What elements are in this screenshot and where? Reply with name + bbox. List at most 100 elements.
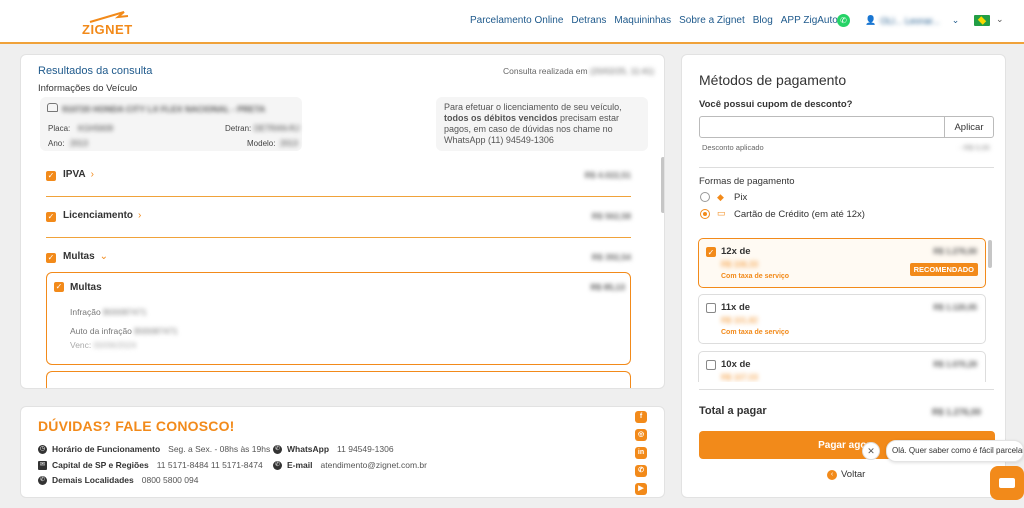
instagram-icon[interactable]: ◎ [635, 429, 647, 441]
auto-label: Auto da infração [70, 326, 132, 336]
whatsapp-label: WhatsApp [287, 444, 330, 454]
brazil-flag-icon[interactable] [974, 15, 990, 26]
coupon-input[interactable] [699, 116, 945, 138]
linkedin-icon[interactable]: in [635, 447, 647, 459]
nav-sobre[interactable]: Sobre a Zignet [679, 15, 745, 26]
multa-title: Multas [70, 282, 102, 293]
email-value[interactable]: atendimento@zignet.com.br [321, 460, 427, 470]
zignet-logo[interactable]: ZIGNET [82, 10, 134, 37]
venc-row: Venc: 00/06/2024 [70, 340, 136, 350]
checkbox-12x[interactable]: ✓ [706, 247, 716, 257]
infracao-label: Infração [70, 307, 101, 317]
results-card: Resultados da consulta Consulta realizad… [20, 54, 665, 389]
method-pix[interactable]: Pix [734, 192, 747, 203]
checkbox-licenciamento[interactable]: ✓ [46, 212, 56, 222]
pix-icon: ◆ [717, 192, 724, 202]
chevron-down-icon: ⌄ [99, 251, 109, 262]
phone-icon: ✆ [273, 460, 282, 470]
scrollbar[interactable] [988, 240, 992, 268]
total-value: R$ 1.276,00 [932, 407, 982, 417]
method-credit-card[interactable]: Cartão de Crédito (em até 12x) [734, 209, 865, 220]
whatsapp-icon: ✆ [38, 475, 47, 485]
capital-item: ✉ Capital de SP e Regiões 11 5171-8484 11… [38, 460, 263, 470]
section-amount: R$ 4.022,51 [584, 170, 631, 180]
close-icon[interactable]: ✕ [862, 442, 880, 460]
installment-label: 11x de [721, 302, 751, 313]
section-amount: R$ 392,54 [591, 252, 631, 262]
payment-card: Métodos de pagamento Você possui cupom d… [681, 54, 1006, 498]
chevron-down-icon[interactable]: ⌄ [996, 14, 1004, 25]
phone-icon: ✆ [273, 444, 282, 454]
multa-item-next[interactable] [46, 371, 631, 388]
multa-item[interactable]: ✓ Multas R$ 85,13 Infração B00087471 Aut… [46, 272, 631, 365]
modelo-label: Modelo: [247, 139, 276, 148]
user-icon: 👤 [865, 15, 877, 25]
nav-parcelamento[interactable]: Parcelamento Online [470, 15, 563, 26]
installment-value: R$ 101,82 [721, 316, 758, 325]
main-nav: Parcelamento Online Detrans Maquininhas … [470, 15, 846, 26]
discount-value: - R$ 0,00 [959, 143, 990, 152]
nav-blog[interactable]: Blog [753, 15, 773, 26]
coupon-question: Você possui cupom de desconto? [699, 99, 853, 110]
radio-pix[interactable] [700, 192, 710, 202]
auto-value: B00087471 [134, 326, 178, 336]
installment-option-11x[interactable]: 11x de R$ 1.120,05 R$ 101,82 Com taxa de… [698, 294, 986, 344]
section-ipva[interactable]: ✓ IPVA › R$ 4.022,51 [46, 157, 631, 197]
checkbox-10x[interactable] [706, 360, 716, 370]
divider [699, 167, 994, 168]
whatsapp-icon[interactable]: ✆ [635, 465, 647, 477]
scrollbar[interactable] [661, 157, 664, 213]
payment-title: Métodos de pagamento [699, 72, 847, 88]
modelo-value: 2013 [280, 139, 298, 148]
installment-value: R$ 106,33 [721, 260, 758, 269]
recommended-badge: RECOMENDADO [909, 263, 978, 276]
radio-credit-card[interactable] [700, 209, 710, 219]
installment-option-12x[interactable]: ✓ 12x de R$ 1.276,00 R$ 106,33 Com taxa … [698, 238, 986, 288]
checkbox-11x[interactable] [706, 303, 716, 313]
venc-label: Venc: [70, 340, 92, 350]
consulta-date: Consulta realizada em (20/02/25, 11:41) [503, 66, 654, 76]
consulta-date-value: (20/02/25, 11:41) [589, 66, 655, 76]
capital-label: Capital de SP e Regiões [52, 460, 149, 470]
facebook-icon[interactable]: f [635, 411, 647, 423]
checkbox-ipva[interactable]: ✓ [46, 171, 56, 181]
nav-detrans[interactable]: Detrans [571, 15, 606, 26]
whatsapp-icon[interactable]: ✆ [837, 14, 850, 27]
chevron-down-icon: ⌄ [951, 15, 960, 25]
demais-label: Demais Localidades [52, 475, 134, 485]
whatsapp-value[interactable]: 11 94549-1306 [337, 444, 394, 454]
email-label: E-mail [287, 460, 313, 470]
chevron-right-icon: › [138, 210, 142, 221]
clock-icon: ◷ [38, 444, 47, 454]
chat-bubble[interactable]: Olá. Quer saber como é fácil parcelar? [886, 440, 1024, 462]
nav-app-zigauto[interactable]: APP ZigAuto [781, 15, 838, 26]
top-header: ZIGNET Parcelamento Online Detrans Maqui… [0, 0, 1024, 44]
section-label: IPVA [63, 169, 86, 180]
contact-card: DÚVIDAS? FALE CONOSCO! ◷ Horário de Func… [20, 406, 665, 498]
checkbox-multas[interactable]: ✓ [46, 253, 56, 263]
whatsapp-item: ✆ WhatsApp 11 94549-1306 [273, 444, 394, 454]
ano-label: Ano: [48, 139, 65, 148]
section-licenciamento[interactable]: ✓ Licenciamento › R$ 562,58 [46, 198, 631, 238]
vehicle-info-label: Informações do Veículo [38, 83, 138, 94]
section-amount: R$ 562,58 [591, 211, 631, 221]
youtube-icon[interactable]: ▶ [635, 483, 647, 495]
installment-value: R$ 107,03 [721, 373, 758, 382]
user-menu[interactable]: 👤 OLI... Leonar... ⌄ [865, 15, 959, 26]
ano-value: 2013 [70, 139, 88, 148]
installment-label: 10x de [721, 359, 751, 370]
capital-value[interactable]: 11 5171-8484 11 5171-8474 [157, 460, 263, 470]
contact-title: DÚVIDAS? FALE CONOSCO! [38, 418, 235, 434]
back-link[interactable]: ‹ Voltar [827, 469, 865, 480]
total-label: Total a pagar [699, 405, 767, 417]
chat-button[interactable] [990, 466, 1024, 500]
checkbox-multa[interactable]: ✓ [54, 282, 64, 292]
section-label: Multas [63, 251, 95, 262]
demais-item: ✆ Demais Localidades 0800 5800 094 [38, 475, 198, 485]
horario-value: Seg. a Sex. - 08hs às 19hs [168, 444, 271, 454]
installment-option-10x[interactable]: 10x de R$ 1.070,29 R$ 107,03 [698, 351, 986, 382]
notice-text-1: Para efetuar o licenciamento de seu veíc… [444, 102, 622, 112]
apply-coupon-button[interactable]: Aplicar [944, 116, 994, 138]
demais-value[interactable]: 0800 5800 094 [142, 475, 199, 485]
nav-maquininhas[interactable]: Maquininhas [614, 15, 671, 26]
